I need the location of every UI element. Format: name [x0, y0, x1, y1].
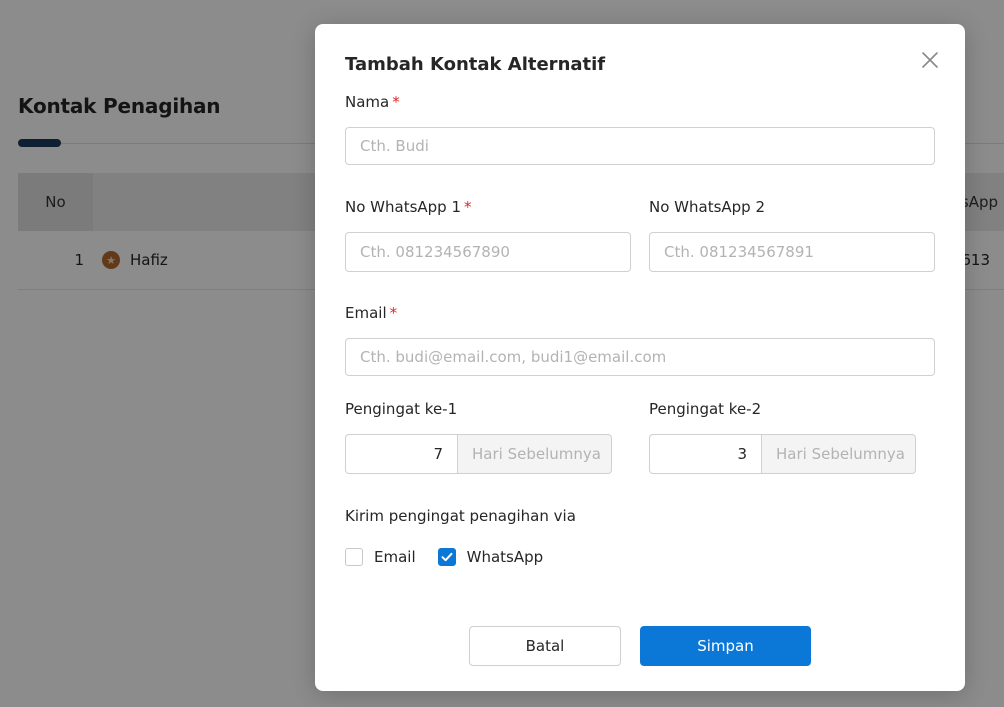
whatsapp-2-label: No WhatsApp 2	[649, 198, 766, 216]
check-icon	[441, 552, 453, 562]
reminder-1-input[interactable]: 7	[345, 434, 457, 474]
email-checkbox[interactable]	[345, 548, 363, 566]
reminder-1-group: 7 Hari Sebelumnya	[345, 434, 612, 474]
email-checkbox-label[interactable]: Email	[374, 548, 416, 566]
whatsapp-2-input[interactable]	[649, 232, 935, 272]
via-options: Email WhatsApp	[345, 548, 565, 566]
reminder-1-label: Pengingat ke-1	[345, 400, 458, 418]
whatsapp-1-label: No WhatsApp 1 *	[345, 198, 472, 216]
name-label: Nama *	[345, 93, 400, 111]
reminder-2-input[interactable]: 3	[649, 434, 761, 474]
reminder-2-label: Pengingat ke-2	[649, 400, 762, 418]
via-label: Kirim pengingat penagihan via	[345, 507, 576, 525]
add-alternative-contact-modal: Tambah Kontak Alternatif Nama* No WhatsA…	[315, 24, 965, 691]
reminder-1-addon: Hari Sebelumnya	[457, 434, 612, 474]
close-icon	[922, 52, 938, 68]
email-input[interactable]	[345, 338, 935, 376]
required-mark: *	[389, 304, 398, 322]
required-mark: *	[464, 198, 472, 216]
close-button[interactable]	[918, 48, 942, 72]
whatsapp-checkbox-label[interactable]: WhatsApp	[467, 548, 544, 566]
name-input[interactable]	[345, 127, 935, 165]
cancel-button[interactable]: Batal	[469, 626, 621, 666]
reminder-2-group: 3 Hari Sebelumnya	[649, 434, 916, 474]
email-label-text: Email	[345, 304, 387, 322]
reminder-2-addon: Hari Sebelumnya	[761, 434, 916, 474]
save-button[interactable]: Simpan	[640, 626, 811, 666]
modal-title: Tambah Kontak Alternatif	[345, 54, 606, 75]
email-label: Email *	[345, 304, 397, 322]
name-label-text: Nama	[345, 93, 390, 111]
whatsapp-checkbox[interactable]	[437, 548, 456, 566]
whatsapp-1-label-text: No WhatsApp 1	[345, 198, 462, 216]
required-mark: *	[392, 93, 400, 111]
whatsapp-1-input[interactable]	[345, 232, 631, 272]
